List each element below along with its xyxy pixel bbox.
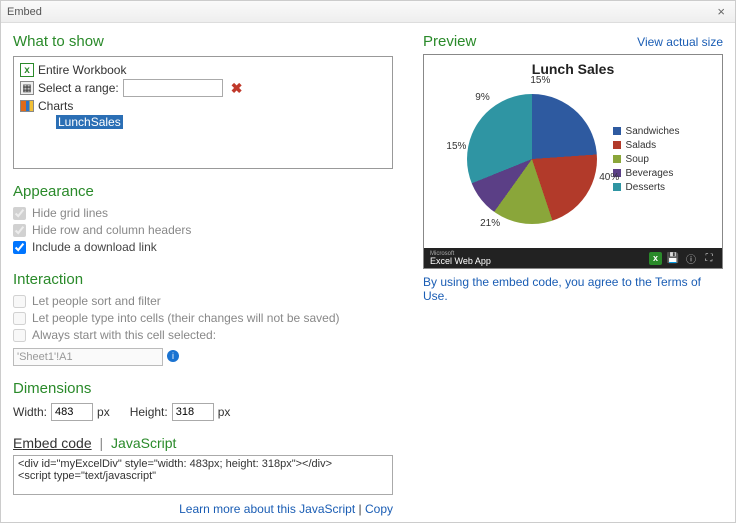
px-label: px [97, 405, 110, 419]
legend-swatch [613, 127, 621, 135]
pie-chart [467, 94, 597, 224]
chk-hide-grid[interactable]: Hide grid lines [13, 206, 393, 220]
legend-item: Desserts [613, 182, 680, 193]
width-label: Width: [13, 405, 47, 419]
terms-text[interactable]: By using the embed code, you agree to th… [423, 275, 723, 303]
legend-item: Salads [613, 140, 680, 151]
close-icon[interactable]: × [713, 4, 729, 19]
tree-label: Entire Workbook [38, 63, 126, 77]
pie-percent-label: 15% [446, 141, 466, 152]
info-bar-icon[interactable]: ⓘ [684, 251, 698, 265]
chk-label: Hide row and column headers [32, 223, 191, 237]
chk-download-box[interactable] [13, 241, 26, 254]
range-icon: ▦ [20, 81, 34, 95]
chk-sort-filter[interactable]: Let people sort and filter [13, 294, 393, 308]
legend-label: Beverages [626, 168, 674, 179]
learn-more-link[interactable]: Learn more about this JavaScript [179, 502, 355, 516]
pie-percent-label: 15% [530, 75, 550, 86]
embed-code-box[interactable] [13, 455, 393, 495]
workbook-icon: x [20, 63, 34, 77]
delete-range-icon[interactable]: ✖ [231, 80, 243, 97]
titlebar: Embed × [1, 1, 735, 23]
range-input[interactable] [123, 79, 223, 97]
chk-label: Always start with this cell selected: [32, 328, 216, 342]
legend-swatch [613, 155, 621, 163]
tab-javascript[interactable]: JavaScript [111, 435, 176, 451]
tree-entire-workbook[interactable]: x Entire Workbook [20, 63, 386, 77]
chk-label: Hide grid lines [32, 206, 108, 220]
chk-start-cell-box[interactable] [13, 329, 26, 342]
chk-download[interactable]: Include a download link [13, 240, 393, 254]
preview-frame: Lunch Sales 40% 21% 15% 9% 15% Sandwiches Sal… [423, 54, 723, 269]
chk-label: Include a download link [32, 240, 157, 254]
chk-label: Let people sort and filter [32, 294, 161, 308]
dimensions-heading: Dimensions [13, 380, 393, 397]
legend-swatch [613, 183, 621, 191]
interaction-heading: Interaction [13, 271, 393, 288]
tab-separator: | [100, 435, 104, 451]
chart-item-label: LunchSales [56, 115, 123, 129]
legend-label: Soup [626, 154, 649, 165]
what-to-show-heading: What to show [13, 33, 393, 50]
chart-legend: Sandwiches Salads Soup Beverages Desserts [613, 123, 680, 196]
legend-swatch [613, 141, 621, 149]
chk-hide-grid-box[interactable] [13, 207, 26, 220]
height-input[interactable] [172, 403, 214, 421]
height-label: Height: [130, 405, 168, 419]
tab-embed-code[interactable]: Embed code [13, 435, 92, 451]
tree-label: Select a range: [38, 81, 119, 95]
chk-sort-filter-box[interactable] [13, 295, 26, 308]
excel-icon[interactable]: x [649, 252, 662, 265]
window-title: Embed [7, 6, 42, 18]
chk-type-cells[interactable]: Let people type into cells (their change… [13, 311, 393, 325]
excel-app-bar: Microsoft Excel Web App x 💾 ⓘ ⛶ [424, 248, 722, 268]
tree-label: Charts [38, 99, 73, 113]
px-label: px [218, 405, 231, 419]
width-input[interactable] [51, 403, 93, 421]
view-actual-size-link[interactable]: View actual size [637, 35, 723, 49]
chk-type-cells-box[interactable] [13, 312, 26, 325]
appearance-heading: Appearance [13, 183, 393, 200]
legend-item: Soup [613, 154, 680, 165]
pie-percent-label: 21% [480, 218, 500, 229]
tree-charts[interactable]: Charts [20, 99, 386, 113]
tree-select-range[interactable]: ▦ Select a range: ✖ [20, 79, 386, 97]
chk-start-cell[interactable]: Always start with this cell selected: [13, 328, 393, 342]
chk-hide-headers[interactable]: Hide row and column headers [13, 223, 393, 237]
legend-label: Sandwiches [626, 126, 680, 137]
copy-link[interactable]: Copy [365, 502, 393, 516]
app-name: Excel Web App [430, 257, 491, 266]
pie-percent-label: 9% [475, 92, 489, 103]
start-cell-input[interactable] [13, 348, 163, 366]
legend-item: Beverages [613, 168, 680, 179]
legend-item: Sandwiches [613, 126, 680, 137]
fullscreen-icon[interactable]: ⛶ [702, 251, 716, 265]
chart-title: Lunch Sales [432, 61, 714, 77]
save-icon[interactable]: 💾 [666, 251, 680, 265]
chk-label: Let people type into cells (their change… [32, 311, 340, 325]
legend-label: Desserts [626, 182, 665, 193]
what-to-show-tree[interactable]: x Entire Workbook ▦ Select a range: ✖ Ch… [13, 56, 393, 169]
chart-area: Lunch Sales 40% 21% 15% 9% 15% Sandwiches Sal… [424, 55, 722, 248]
chk-hide-headers-box[interactable] [13, 224, 26, 237]
embed-dialog: Embed × What to show x Entire Workbook ▦… [0, 0, 736, 523]
preview-heading: Preview [423, 33, 476, 50]
info-icon[interactable]: i [167, 350, 179, 362]
pie-percent-label: 40% [599, 172, 619, 183]
charts-icon [20, 100, 34, 112]
legend-label: Salads [626, 140, 657, 151]
tree-chart-item[interactable]: LunchSales [56, 115, 386, 129]
